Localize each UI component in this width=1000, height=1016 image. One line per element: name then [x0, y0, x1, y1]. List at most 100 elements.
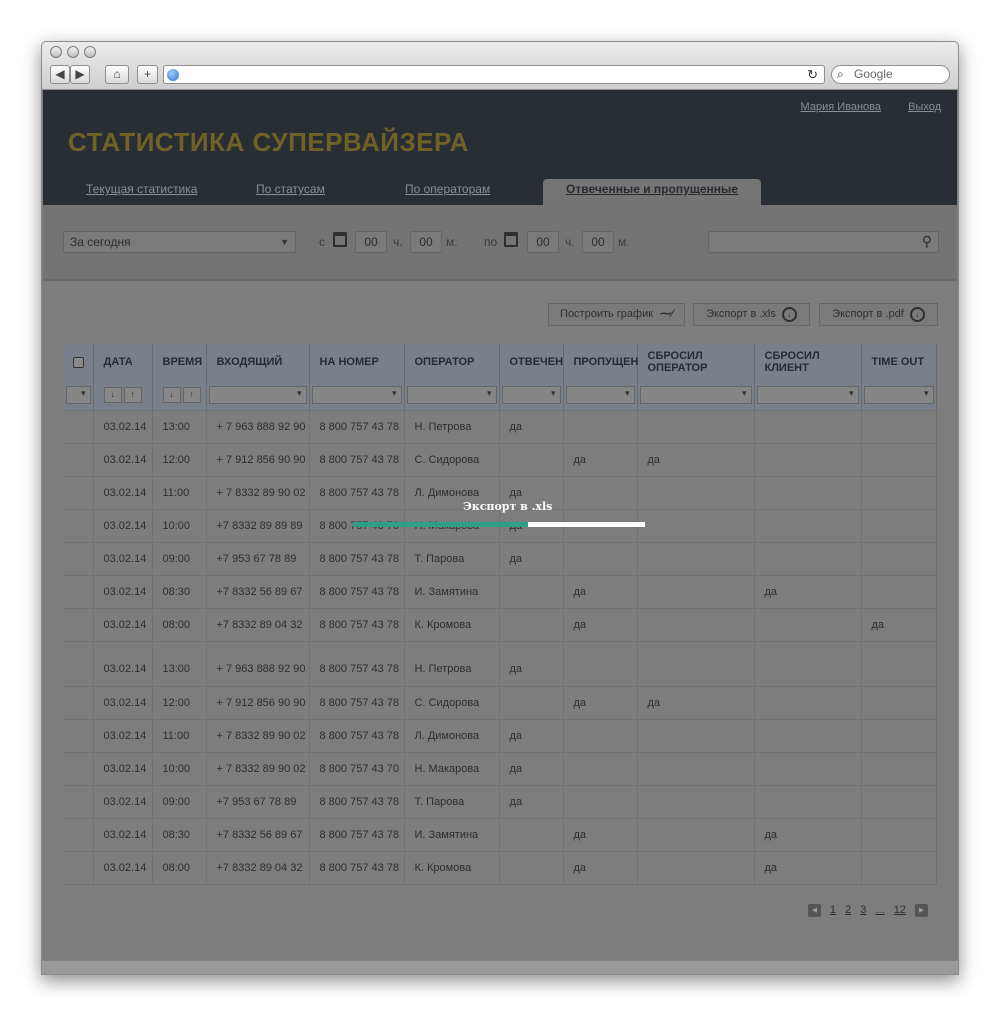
to-minutes-input[interactable]: 00	[582, 231, 614, 253]
address-bar[interactable]: ↻	[163, 65, 825, 84]
column-header-answered[interactable]: ОТВЕЧЕН	[499, 344, 564, 380]
cell-time: 12:00	[152, 443, 207, 477]
page-link-2[interactable]: 2	[845, 904, 851, 916]
filter-select-dropped-operator[interactable]	[639, 385, 752, 404]
tab-answered-missed[interactable]: Отвеченные и пропущенные	[543, 179, 761, 205]
hours-label: ч.	[393, 235, 403, 249]
cell-missed: да	[563, 575, 638, 609]
tab-current-stats[interactable]: Текущая статистика	[86, 182, 197, 196]
cell-dropped-operator	[637, 476, 755, 510]
minimize-window-button[interactable]	[67, 46, 79, 58]
table-row[interactable]: 03.02.14 12:00 + 7 912 856 90 90 8 800 757 …	[64, 686, 937, 720]
cell-dropped-client	[754, 410, 862, 444]
from-hours-input[interactable]: 00	[355, 231, 387, 253]
page-link-3[interactable]: 3	[860, 904, 866, 916]
tab-by-operator[interactable]: По операторам	[405, 182, 490, 196]
cell-operator: К. Кромова	[404, 851, 500, 885]
filter-select-operator[interactable]	[406, 385, 497, 404]
table-row[interactable]: 03.02.14 10:00 + 7 8332 89 90 02 8 800 757 …	[64, 752, 937, 786]
column-header-to-number[interactable]: НА НОМЕР	[309, 344, 405, 380]
column-header-operator[interactable]: ОПЕРАТОР	[404, 344, 500, 380]
table-row[interactable]: 03.02.14 08:00 +7 8332 89 04 32 8 800 757 4…	[64, 608, 937, 642]
sort-desc-icon[interactable]: ↓	[162, 386, 181, 403]
cell-date: 03.02.14	[93, 608, 153, 642]
logout-link[interactable]: Выход	[908, 101, 941, 113]
page-link-1[interactable]: 1	[830, 904, 836, 916]
from-minutes-input[interactable]: 00	[410, 231, 442, 253]
table-row[interactable]: 03.02.14 09:00 +7 953 67 78 89 8 800 757 43…	[64, 542, 937, 576]
build-chart-button[interactable]: Построить график ⁓⁄	[548, 303, 685, 326]
user-name-link[interactable]: Мария Иванова	[801, 101, 881, 113]
table-row[interactable]: 03.02.14 11:00 + 7 8332 89 90 02 8 800 757 …	[64, 719, 937, 753]
cell-incoming: + 7 912 856 90 90	[206, 443, 310, 477]
search-icon[interactable]: ⚲	[922, 233, 932, 250]
zoom-window-button[interactable]	[84, 46, 96, 58]
column-header-timeout[interactable]: TIME OUT	[861, 344, 937, 380]
to-hours-input[interactable]: 00	[527, 231, 559, 253]
table-row[interactable]: 03.02.14 08:00 +7 8332 89 04 32 8 800 757 4…	[64, 851, 937, 885]
table-row[interactable]: 03.02.14 09:00 +7 953 67 78 89 8 800 757 43…	[64, 785, 937, 819]
tab-by-status[interactable]: По статусам	[256, 182, 325, 196]
spacer-cell	[309, 641, 405, 653]
filter-cell-date: ↓ ↑	[93, 380, 153, 411]
column-header-date[interactable]: ДАТА	[93, 344, 153, 380]
search-input[interactable]: ⚲	[708, 231, 939, 253]
page-link-12[interactable]: 12	[894, 904, 906, 916]
calendar-icon[interactable]	[333, 232, 347, 247]
globe-icon	[167, 69, 179, 81]
back-button[interactable]: ◀	[50, 65, 70, 84]
filter-select-missed[interactable]	[565, 385, 635, 404]
next-page-icon[interactable]: ▶	[915, 904, 928, 917]
cell-incoming: +7 953 67 78 89	[206, 785, 310, 819]
column-header-dropped-client[interactable]: СБРОСИЛ КЛИЕНТ	[754, 344, 862, 380]
export-pdf-button[interactable]: Экспорт в .pdf ↓	[819, 303, 938, 326]
cell-answered	[499, 575, 564, 609]
checkbox-filter[interactable]	[66, 385, 91, 404]
table-row[interactable]: 03.02.14 13:00 + 7 963 888 92 90 8 800 757 …	[64, 410, 937, 444]
home-button[interactable]: ⌂	[105, 65, 129, 84]
sort-asc-icon[interactable]: ↑	[182, 386, 201, 403]
cell-answered: да	[499, 410, 564, 444]
cell-incoming: +7 8332 89 04 32	[206, 851, 310, 885]
close-window-button[interactable]	[50, 46, 62, 58]
forward-button[interactable]: ▶	[70, 65, 90, 84]
filter-select-timeout[interactable]	[863, 385, 934, 404]
filter-select-answered[interactable]	[501, 385, 561, 404]
column-header-time[interactable]: ВРЕМЯ	[152, 344, 207, 380]
sort-asc-icon[interactable]: ↑	[123, 386, 142, 403]
cell-to-number: 8 800 757 43 78	[309, 575, 405, 609]
table-row[interactable]: 03.02.14 08:30 +7 8332 56 89 67 8 800 757 4…	[64, 575, 937, 609]
column-header-incoming[interactable]: ВХОДЯЩИЙ	[206, 344, 310, 380]
cell-dropped-operator	[637, 752, 755, 786]
table-row[interactable]: 03.02.14 08:30 +7 8332 56 89 67 8 800 757 4…	[64, 818, 937, 852]
filter-select-incoming[interactable]	[208, 385, 307, 404]
column-header-dropped-operator[interactable]: СБРОСИЛ ОПЕРАТОР	[637, 344, 755, 380]
filter-select-dropped-client[interactable]	[756, 385, 859, 404]
calendar-icon[interactable]	[504, 232, 518, 247]
filter-bar: За сегодня ▼ с 00 ч. 00 м. по 00 ч. 00 м.…	[43, 205, 957, 281]
column-header-missed[interactable]: ПРОПУЩЕН	[563, 344, 638, 380]
cell-answered: да	[499, 719, 564, 753]
table-row[interactable]: 03.02.14 13:00 + 7 963 888 92 90 8 800 757 …	[64, 653, 937, 687]
filter-cell-dropped-client	[754, 380, 862, 411]
reload-icon[interactable]: ↻	[807, 67, 818, 83]
table-row[interactable]: 03.02.14 12:00 + 7 912 856 90 90 8 800 757 …	[64, 443, 937, 477]
cell-operator: С. Сидорова	[404, 686, 500, 720]
prev-page-icon[interactable]: ◀	[807, 904, 821, 917]
browser-search-placeholder: Google	[854, 67, 893, 81]
row-checkbox-cell	[64, 752, 94, 786]
column-filter-row: ↓↑↓↑	[64, 380, 937, 411]
cell-time: 10:00	[152, 509, 207, 543]
export-xls-button[interactable]: Экспорт в .xls ↓	[693, 303, 810, 326]
filter-select-to-number[interactable]	[311, 385, 402, 404]
sort-desc-icon[interactable]: ↓	[103, 386, 122, 403]
row-checkbox-cell	[64, 575, 94, 609]
select-all-checkbox[interactable]	[72, 356, 84, 368]
cell-to-number: 8 800 757 43 78	[309, 851, 405, 885]
cell-to-number: 8 800 757 43 70	[309, 752, 405, 786]
new-tab-button[interactable]: +	[137, 65, 158, 84]
cell-timeout	[861, 509, 937, 543]
cell-timeout	[861, 785, 937, 819]
period-select[interactable]: За сегодня ▼	[63, 231, 296, 253]
browser-search-field[interactable]: ⌕ Google	[831, 65, 950, 84]
